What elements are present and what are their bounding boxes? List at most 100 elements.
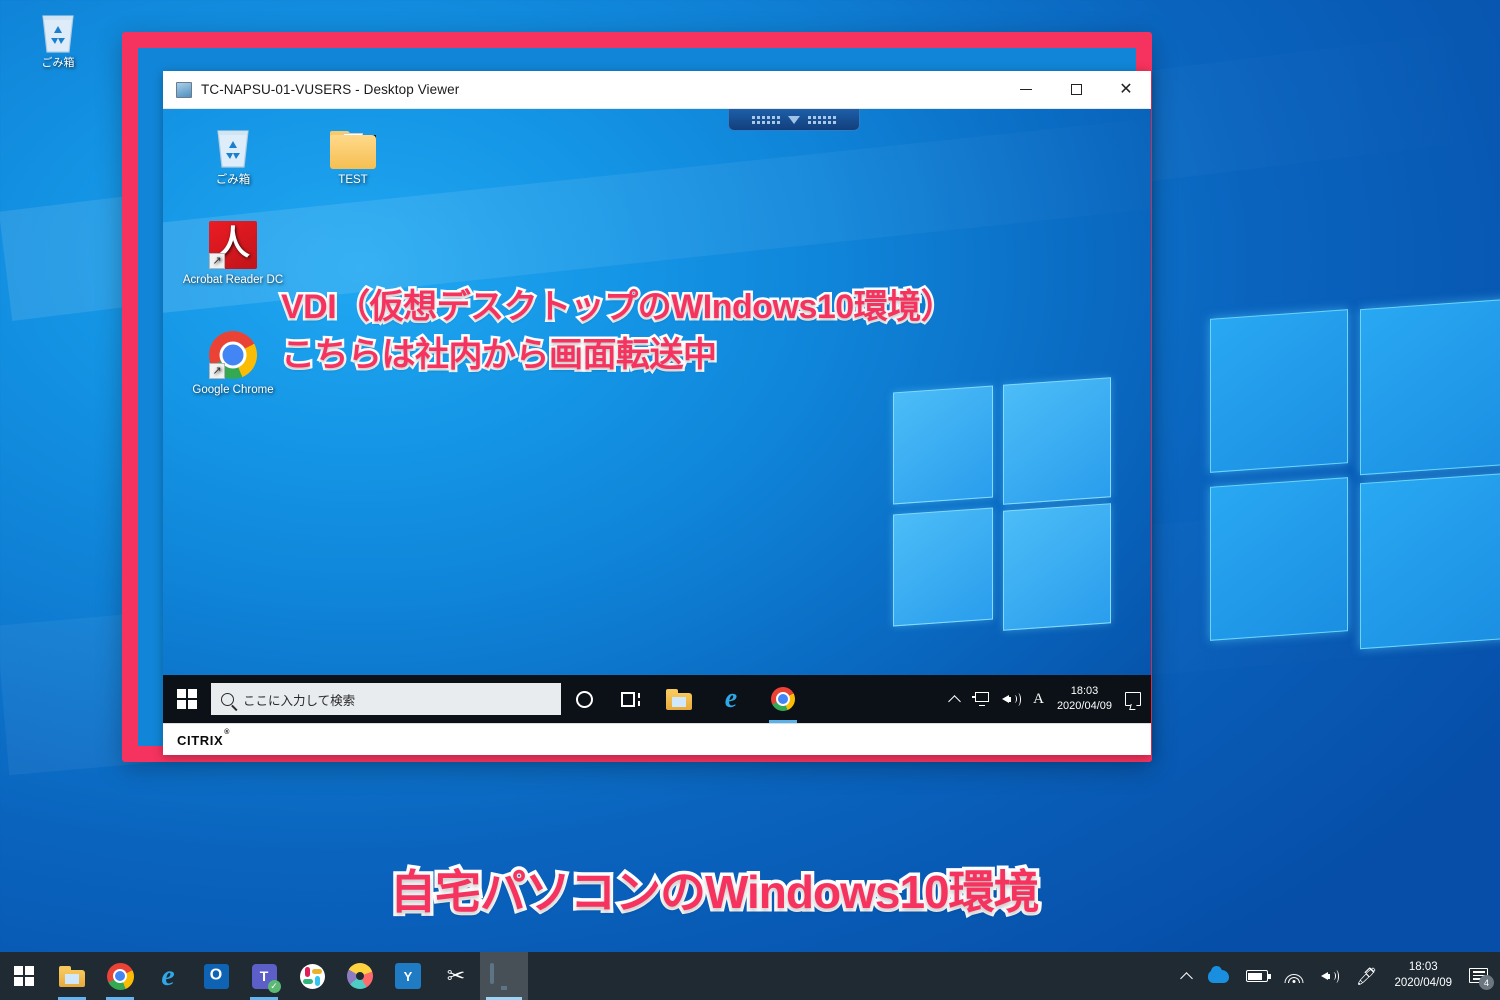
trademark-mark: ® [224, 728, 230, 736]
action-center-icon[interactable] [1125, 692, 1141, 706]
annotation-vdi-line1: VDI（仮想デスクトップのWIndows10環境） [278, 286, 957, 329]
teams-glyph: T [259, 968, 269, 984]
taskbar-app-microsoft-teams[interactable]: T ✓ [240, 952, 288, 1000]
show-hidden-icons-button[interactable] [948, 694, 961, 708]
vdi-system-tray: A 18:03 2020/04/09 [948, 684, 1151, 714]
start-button[interactable] [0, 952, 48, 1000]
paint-icon [347, 963, 373, 989]
citrix-logo: CITRIX® [177, 729, 229, 748]
acrobat-reader-icon: 人 ↗ [179, 217, 287, 269]
show-hidden-icons-button[interactable] [1179, 971, 1193, 985]
action-center-button[interactable]: 4 [1469, 968, 1494, 990]
clock[interactable]: 18:03 2020/04/09 [1057, 684, 1112, 714]
taskbar-app-snipping-tool[interactable]: ✂ [432, 952, 480, 1000]
desktop-icon-acrobat-reader[interactable]: 人 ↗ Acrobat Reader DC [179, 217, 287, 287]
shortcut-arrow-icon: ↗ [209, 363, 225, 379]
windows-logo-wallpaper [893, 377, 1111, 641]
internet-explorer-icon: e [724, 683, 738, 714]
outlook-icon [203, 963, 229, 989]
host-taskbar: e T ✓ Y ✂ 🖊 [0, 952, 1500, 1000]
recycle-bin-icon [179, 117, 287, 169]
start-button[interactable] [163, 675, 211, 723]
slack-icon [299, 963, 325, 989]
task-view-button[interactable] [607, 675, 653, 723]
monitor-icon [490, 963, 518, 990]
annotation-host: 自宅パソコンのWindows10環境 [387, 863, 1044, 922]
blue-inner-frame: TC-NAPSU-01-VUSERS - Desktop Viewer ✕ ごみ… [138, 48, 1151, 755]
desktop-viewer-app-icon [176, 81, 192, 98]
clock-time: 18:03 [1070, 685, 1099, 698]
desktop-icon-google-chrome[interactable]: ↗ Google Chrome [179, 327, 287, 397]
taskbar-app-microsoft-outlook[interactable] [192, 952, 240, 1000]
search-placeholder: ここに入力して検索 [243, 693, 356, 708]
network-icon[interactable] [972, 692, 990, 706]
search-input[interactable]: ここに入力して検索 [211, 683, 561, 715]
cortana-icon [575, 690, 593, 708]
chevron-down-icon [788, 115, 800, 124]
taskbar-app-google-chrome[interactable] [757, 675, 809, 723]
notification-count-badge: 4 [1479, 975, 1494, 990]
wifi-icon[interactable] [1284, 969, 1304, 983]
grip-dots-icon [808, 115, 836, 124]
onedrive-icon[interactable] [1207, 965, 1229, 983]
windows-logo-icon [13, 965, 35, 987]
status-check-badge: ✓ [267, 979, 281, 993]
file-explorer-icon [59, 965, 85, 987]
teams-icon: T ✓ [251, 963, 281, 993]
file-explorer-icon [666, 688, 692, 710]
window-title: TC-NAPSU-01-VUSERS - Desktop Viewer [201, 82, 460, 97]
volume-icon[interactable] [1002, 692, 1021, 706]
chrome-icon [771, 687, 795, 711]
taskbar-app-paint-3d[interactable] [336, 952, 384, 1000]
chrome-icon [106, 962, 134, 990]
taskbar-app-yammer[interactable]: Y [384, 952, 432, 1000]
taskbar-app-file-explorer[interactable] [48, 952, 96, 1000]
recycle-bin-icon [16, 6, 100, 54]
windows-logo-wallpaper [1210, 298, 1500, 660]
maximize-button[interactable] [1051, 71, 1101, 109]
desktop-icon-label: Acrobat Reader DC [182, 274, 284, 286]
vdi-taskbar: ここに入力して検索 e A 18:03 2020/04/09 [163, 675, 1151, 723]
desktop-icon-label: ごみ箱 [41, 57, 75, 69]
vdi-desktop-area[interactable]: ごみ箱 人PDF TEST 人 ↗ [163, 109, 1151, 675]
citrix-toolbar-handle[interactable] [728, 109, 860, 131]
citrix-brand-text: CITRIX [177, 733, 224, 748]
desktop-icon-recycle-bin[interactable]: ごみ箱 [16, 6, 100, 70]
task-view-icon [620, 691, 640, 707]
taskbar-app-microsoft-edge[interactable]: e [144, 952, 192, 1000]
ime-indicator[interactable]: A [1033, 691, 1044, 708]
annotation-vdi-line2: こちらは社内から画面転送中 [279, 334, 720, 377]
volume-icon[interactable] [1320, 969, 1340, 983]
taskbar-app-slack[interactable] [288, 952, 336, 1000]
yammer-glyph: Y [403, 968, 413, 984]
grip-dots-icon [752, 115, 780, 124]
edge-icon: e [161, 959, 175, 992]
minimize-button[interactable] [1001, 71, 1051, 109]
shortcut-arrow-icon: ↗ [209, 253, 225, 269]
cortana-button[interactable] [561, 675, 607, 723]
taskbar-app-file-explorer[interactable] [653, 675, 705, 723]
windows-logo-icon [176, 688, 198, 710]
window-titlebar[interactable]: TC-NAPSU-01-VUSERS - Desktop Viewer ✕ [163, 71, 1151, 109]
clock-date: 2020/04/09 [1056, 700, 1112, 712]
battery-icon[interactable] [1245, 970, 1271, 982]
scissors-icon: ✂ [446, 963, 466, 988]
window-controls: ✕ [1001, 71, 1151, 109]
taskbar-app-internet-explorer[interactable]: e [705, 675, 757, 723]
desktop-icon-label: TEST [338, 174, 368, 186]
clock[interactable]: 18:03 2020/04/09 [1394, 960, 1452, 991]
desktop-icon-label: ごみ箱 [215, 174, 251, 186]
close-button[interactable]: ✕ [1101, 71, 1151, 109]
search-icon [221, 692, 234, 706]
pen-icon[interactable]: 🖊 [1356, 968, 1378, 985]
clock-time: 18:03 [1408, 961, 1438, 974]
desktop-viewer-window: TC-NAPSU-01-VUSERS - Desktop Viewer ✕ ごみ… [163, 71, 1151, 755]
folder-icon: 人PDF [299, 117, 407, 169]
desktop-icon-test-folder[interactable]: 人PDF TEST [299, 117, 407, 187]
clock-date: 2020/04/09 [1394, 977, 1452, 989]
desktop-icon-recycle-bin[interactable]: ごみ箱 [179, 117, 287, 187]
yammer-icon: Y [395, 963, 421, 989]
pink-highlight-frame: TC-NAPSU-01-VUSERS - Desktop Viewer ✕ ごみ… [122, 32, 1152, 762]
taskbar-app-google-chrome[interactable] [96, 952, 144, 1000]
taskbar-app-remote-desktop[interactable] [480, 952, 528, 1000]
